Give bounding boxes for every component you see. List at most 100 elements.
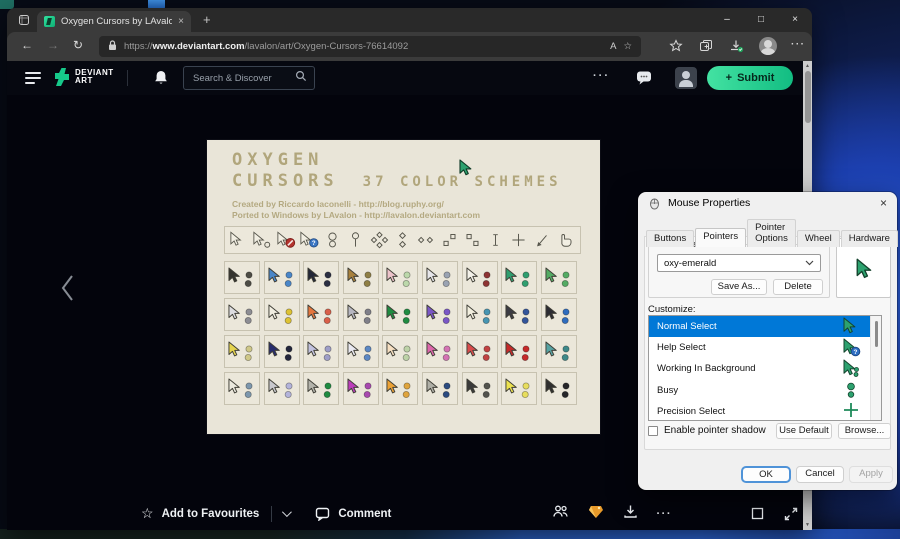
color-scheme-tile: [462, 372, 498, 405]
color-scheme-tile: [264, 298, 300, 331]
link-cursor-icon: [556, 231, 575, 249]
color-scheme-tile: [343, 298, 379, 331]
badge-gem-icon[interactable]: [588, 504, 604, 524]
window-close-button[interactable]: ×: [778, 8, 812, 32]
scroll-up-icon[interactable]: ▲: [803, 63, 812, 69]
color-scheme-tile: [224, 372, 260, 405]
dialog-close-icon[interactable]: ×: [880, 196, 887, 210]
delete-button[interactable]: Delete: [773, 279, 823, 295]
dialog-tabs: ButtonsPointersPointer OptionsWheelHardw…: [646, 219, 899, 247]
color-scheme-tile: [224, 335, 260, 368]
da-logo-text: DEVIANTART: [75, 69, 114, 85]
checkbox-label: Enable pointer shadow: [664, 425, 766, 436]
desktop: Oxygen Cursors by LAvalon on D × + – □ ×…: [0, 0, 900, 539]
color-scheme-tile: [343, 372, 379, 405]
cursor-type-strip: ?: [224, 226, 581, 254]
comment-button[interactable]: Comment: [315, 507, 391, 521]
forward-button[interactable]: →: [47, 38, 59, 52]
pointer-list-item[interactable]: Precision Select: [649, 401, 881, 421]
browser-menu-icon[interactable]: ···: [791, 39, 806, 50]
pointer-list-item[interactable]: Busy: [649, 380, 881, 401]
search-box[interactable]: [183, 66, 315, 90]
header-more-icon[interactable]: ···: [593, 70, 610, 82]
collections-icon[interactable]: [699, 39, 713, 56]
save-as-button[interactable]: Save As...: [711, 279, 767, 295]
favourite-options-chevron-icon[interactable]: [282, 507, 292, 517]
color-scheme-tile: [501, 372, 537, 405]
read-aloud-icon[interactable]: A: [610, 41, 616, 52]
color-scheme-tile: [382, 298, 418, 331]
pointer-list-item[interactable]: Normal Select: [649, 316, 881, 337]
plus-icon: +: [726, 72, 732, 84]
add-favorite-star-icon[interactable]: ☆: [623, 41, 632, 52]
submit-button[interactable]: + Submit: [707, 66, 793, 90]
downloads-icon[interactable]: [729, 39, 744, 56]
use-default-button[interactable]: Use Default: [776, 423, 832, 439]
color-scheme-tile: [382, 372, 418, 405]
favorites-icon[interactable]: [669, 39, 683, 56]
pointer-preview: [836, 238, 891, 298]
search-icon[interactable]: [295, 69, 307, 87]
browser-tab[interactable]: Oxygen Cursors by LAvalon on D ×: [37, 11, 191, 32]
pointer-list-scrollbar[interactable]: [870, 316, 881, 420]
add-to-favourites-button[interactable]: Add to Favourites: [162, 508, 260, 520]
user-profile-icon[interactable]: [675, 67, 697, 89]
chat-icon[interactable]: [635, 69, 653, 91]
pointer-list-item[interactable]: Working In Background: [649, 358, 881, 379]
dialog-tab-pointer-options[interactable]: Pointer Options: [747, 219, 796, 247]
window-maximize-button[interactable]: □: [744, 8, 778, 32]
group-icon[interactable]: [552, 504, 569, 524]
color-scheme-tile: [303, 372, 339, 405]
window-minimize-button[interactable]: –: [710, 8, 744, 32]
hamburger-menu-icon[interactable]: [25, 72, 41, 84]
dialog-title: Mouse Properties: [668, 197, 873, 209]
color-scheme-tile: [541, 261, 577, 294]
cancel-button[interactable]: Cancel: [796, 466, 844, 483]
scheme-select[interactable]: oxy-emerald: [657, 254, 821, 272]
scrollbar-thumb[interactable]: [805, 71, 811, 123]
ok-button[interactable]: OK: [741, 466, 791, 483]
fit-view-icon[interactable]: [751, 497, 764, 530]
search-input[interactable]: [191, 72, 295, 85]
handwriting-cursor-icon: [533, 231, 552, 249]
color-scheme-tile: [501, 335, 537, 368]
color-scheme-tile: [541, 298, 577, 331]
scheme-groupbox: Scheme oxy-emerald Save As... Delete: [648, 244, 830, 298]
pointer-list-item[interactable]: Help Select?: [649, 337, 881, 358]
dialog-tab-wheel[interactable]: Wheel: [797, 230, 840, 247]
address-bar[interactable]: https://www.deviantart.com/lavalon/art/O…: [99, 36, 641, 57]
browse-button[interactable]: Browse...: [838, 423, 891, 439]
previous-artwork-button[interactable]: [59, 273, 75, 308]
color-scheme-tile: [303, 298, 339, 331]
color-scheme-tile: [462, 298, 498, 331]
artwork-image[interactable]: OXYGEN CURSORS 37 COLOR SCHEMES Created …: [207, 140, 600, 434]
action-bar: ☆ Add to Favourites Comment: [7, 497, 812, 530]
color-scheme-tile: [422, 372, 458, 405]
download-icon[interactable]: [623, 504, 638, 524]
color-scheme-tile: [382, 261, 418, 294]
deviantart-logo[interactable]: DEVIANTART: [53, 67, 114, 87]
notifications-bell-icon[interactable]: [153, 69, 169, 91]
fullscreen-icon[interactable]: [784, 497, 798, 530]
resize-nesw-cursor-icon: [463, 231, 482, 249]
dialog-tab-buttons[interactable]: Buttons: [646, 230, 694, 247]
pointer-list-scroll-thumb[interactable]: [875, 321, 879, 347]
new-tab-button[interactable]: +: [203, 12, 211, 27]
dialog-tab-pointers[interactable]: Pointers: [695, 228, 746, 247]
checkbox-box[interactable]: [648, 426, 658, 436]
working-cursor-icon: [843, 359, 859, 381]
artwork-title-line2: CURSORS: [232, 171, 339, 192]
lock-icon: [108, 38, 117, 56]
dialog-tab-hardware[interactable]: Hardware: [841, 230, 898, 247]
tab-close-icon[interactable]: ×: [178, 16, 184, 27]
tab-actions-icon[interactable]: [17, 13, 32, 28]
apply-button[interactable]: Apply: [849, 466, 893, 483]
refresh-button[interactable]: ↻: [73, 38, 83, 52]
enable-pointer-shadow-checkbox[interactable]: Enable pointer shadow: [648, 425, 766, 436]
back-button[interactable]: ←: [21, 38, 33, 52]
profile-avatar[interactable]: [759, 37, 777, 55]
color-scheme-tile: [303, 261, 339, 294]
more-options-icon[interactable]: ···: [657, 508, 673, 520]
dialog-titlebar[interactable]: Mouse Properties ×: [638, 192, 897, 214]
scroll-down-icon[interactable]: ▼: [803, 522, 812, 528]
